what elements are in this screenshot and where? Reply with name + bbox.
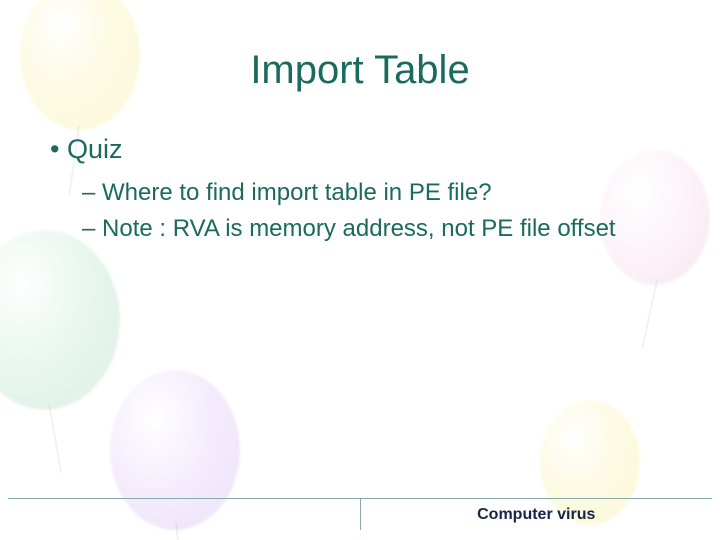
bullet-level2: Where to find import table in PE file? [56, 177, 670, 209]
footer-right-label: Computer virus [361, 499, 713, 530]
decoration-balloon-string [48, 404, 62, 473]
slide: Import Table Quiz Where to find import t… [0, 0, 720, 540]
bullet-level2: Note : RVA is memory address, not PE fil… [56, 213, 670, 245]
decoration-balloon [0, 230, 120, 410]
footer: Computer virus [8, 498, 712, 530]
slide-title: Import Table [0, 48, 720, 93]
slide-body: Quiz Where to find import table in PE fi… [50, 132, 670, 246]
footer-left [8, 499, 361, 530]
decoration-balloon-string [641, 280, 658, 349]
bullet-level1: Quiz [50, 132, 670, 167]
